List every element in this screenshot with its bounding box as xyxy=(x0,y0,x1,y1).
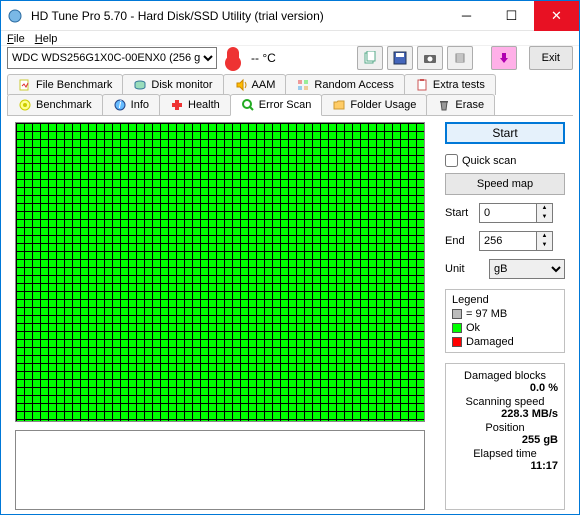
tabs-row-1: File Benchmark Disk monitor AAM Random A… xyxy=(7,74,573,95)
temperature-value: -- °C xyxy=(251,51,276,65)
exit-button[interactable]: Exit xyxy=(529,46,573,70)
drive-select[interactable]: WDC WDS256G1X0C-00ENX0 (256 gB) xyxy=(7,47,217,69)
elapsed-time-value: 11:17 xyxy=(452,460,558,472)
tab-info[interactable]: iInfo xyxy=(102,94,160,115)
end-field-label: End xyxy=(445,235,475,247)
thermometer-icon xyxy=(227,47,239,69)
tab-erase[interactable]: Erase xyxy=(426,94,495,115)
app-logo-icon xyxy=(7,8,23,24)
end-field[interactable] xyxy=(479,231,537,251)
damaged-blocks-value: 0.0 % xyxy=(452,382,558,394)
start-button[interactable]: Start xyxy=(445,122,565,144)
unit-select[interactable]: gB xyxy=(489,259,565,279)
scan-grid xyxy=(15,122,425,422)
legend-damaged: Damaged xyxy=(466,336,514,348)
tab-extra-tests[interactable]: Extra tests xyxy=(404,74,496,95)
window-title: HD Tune Pro 5.70 - Hard Disk/SSD Utility… xyxy=(23,9,444,23)
legend-ok: Ok xyxy=(466,322,480,334)
start-field-label: Start xyxy=(445,207,475,219)
tab-folder-usage[interactable]: Folder Usage xyxy=(321,94,427,115)
minimize-button[interactable]: ─ xyxy=(444,1,489,31)
legend-title: Legend xyxy=(452,294,558,306)
stats-box: Damaged blocks 0.0 % Scanning speed 228.… xyxy=(445,363,565,510)
quickscan-checkbox[interactable] xyxy=(445,154,458,167)
options-button[interactable] xyxy=(447,46,473,70)
tab-disk-monitor[interactable]: Disk monitor xyxy=(122,74,223,95)
menu-help[interactable]: Help xyxy=(35,31,58,45)
speedmap-button[interactable]: Speed map xyxy=(445,173,565,195)
tab-aam[interactable]: AAM xyxy=(223,74,287,95)
scanning-speed-label: Scanning speed xyxy=(452,396,558,408)
damaged-blocks-label: Damaged blocks xyxy=(452,370,558,382)
start-field[interactable] xyxy=(479,203,537,223)
copy-info-button[interactable] xyxy=(357,46,383,70)
maximize-button[interactable]: ☐ xyxy=(489,1,534,31)
legend-box: Legend = 97 MB Ok Damaged xyxy=(445,289,565,353)
menu-file[interactable]: File xyxy=(7,31,25,45)
tab-health[interactable]: Health xyxy=(159,94,231,115)
speedmap-area xyxy=(15,430,425,510)
tab-random-access[interactable]: Random Access xyxy=(285,74,404,95)
save-button[interactable] xyxy=(387,46,413,70)
tab-error-scan[interactable]: Error Scan xyxy=(230,94,323,116)
quickscan-label: Quick scan xyxy=(462,155,516,167)
scanning-speed-value: 228.3 MB/s xyxy=(452,408,558,420)
tab-file-benchmark[interactable]: File Benchmark xyxy=(7,74,123,95)
position-value: 255 gB xyxy=(452,434,558,446)
legend-block: = 97 MB xyxy=(466,308,507,320)
minimize-tray-button[interactable] xyxy=(491,46,517,70)
close-button[interactable]: ✕ xyxy=(534,1,579,31)
tabs-row-2: Benchmark iInfo Health Error Scan Folder… xyxy=(7,94,573,115)
unit-label: Unit xyxy=(445,263,475,275)
position-label: Position xyxy=(452,422,558,434)
start-spinner[interactable]: ▲▼ xyxy=(537,203,553,223)
screenshot-button[interactable] xyxy=(417,46,443,70)
end-spinner[interactable]: ▲▼ xyxy=(537,231,553,251)
elapsed-time-label: Elapsed time xyxy=(452,448,558,460)
tab-benchmark[interactable]: Benchmark xyxy=(7,94,103,115)
